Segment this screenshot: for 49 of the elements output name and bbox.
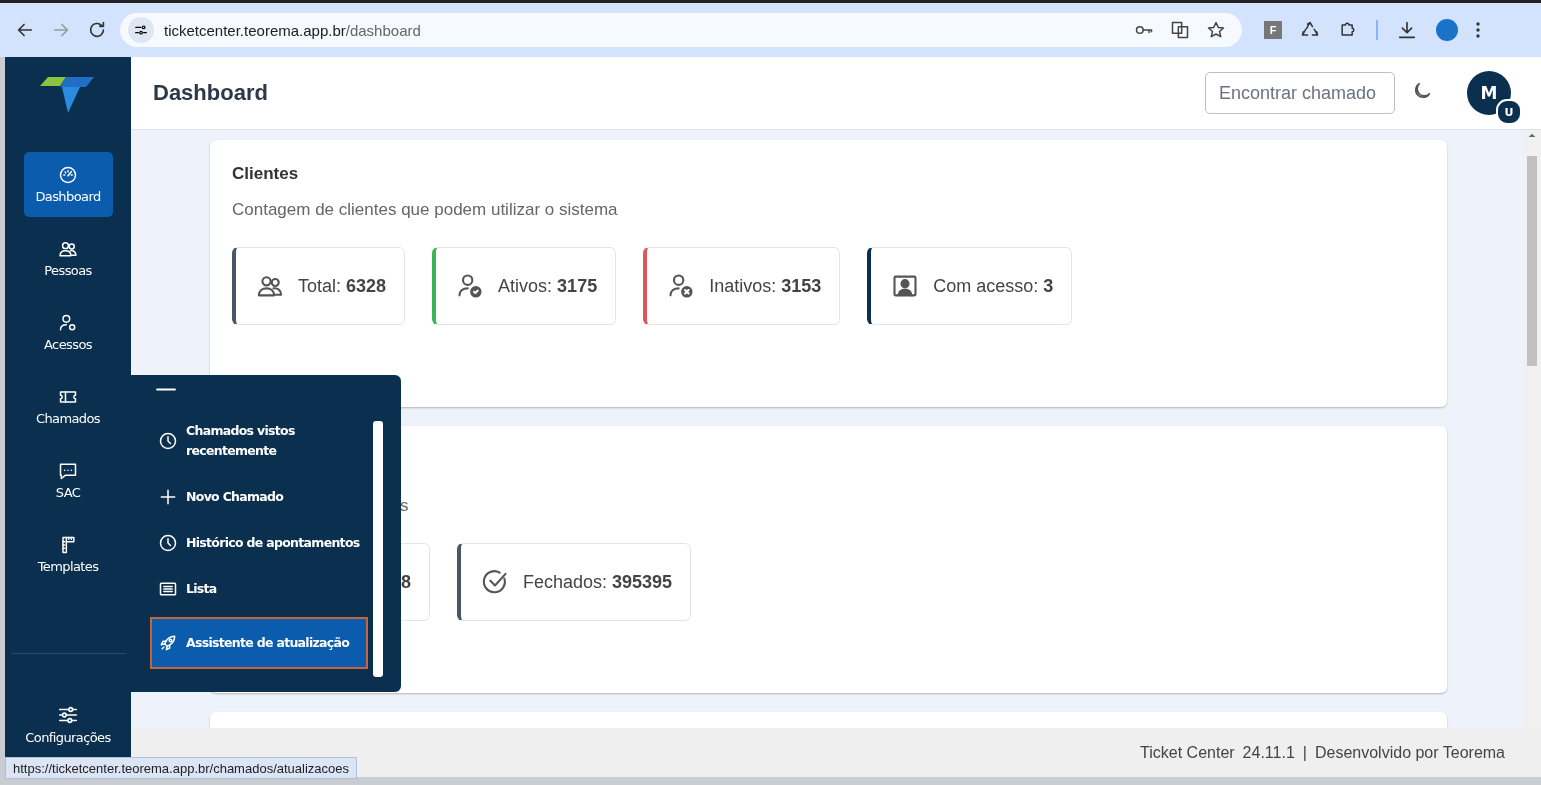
sidebar-item[interactable]: Dashboard [23, 152, 113, 217]
separator: | [1302, 743, 1307, 762]
scrollbar-thumb[interactable] [373, 421, 383, 677]
card-subtitle: s [400, 496, 409, 516]
clock-icon [158, 533, 178, 553]
stat-text: Com acesso: 3 [933, 275, 1054, 297]
clock-icon [158, 431, 178, 451]
logo-icon [40, 74, 96, 113]
stat-text: Fechados: 395395 [523, 571, 673, 593]
gauge-icon [58, 165, 78, 185]
stat-text: Inativos: 3153 [709, 275, 822, 297]
more-icon[interactable] [1476, 22, 1480, 38]
search-field[interactable]: Encontrar chamado [1205, 72, 1395, 114]
profile-icon[interactable] [1436, 19, 1458, 41]
page-title: Dashboard [153, 80, 269, 106]
sidebar-item[interactable]: Templates [23, 522, 113, 587]
rocket-icon [158, 633, 178, 653]
version: 24.11.1 [1242, 743, 1295, 762]
people-icon [58, 239, 78, 259]
submenu-item[interactable]: Histórico de apontamentos [150, 525, 368, 561]
user-badge: U [1496, 99, 1522, 125]
check-circle-icon [481, 568, 509, 596]
sidebar-item[interactable]: Acessos [23, 300, 113, 365]
card-title: Clientes [232, 164, 300, 184]
list-icon [158, 579, 178, 599]
sidebar-item[interactable]: Chamados [23, 374, 113, 439]
chat-icon [58, 461, 78, 481]
star-icon [1206, 20, 1226, 40]
download-icon [1396, 19, 1418, 41]
line-icon [156, 387, 176, 391]
submenu-item[interactable]: Novo Chamado [150, 479, 368, 515]
extension-icon[interactable]: F [1264, 21, 1282, 39]
sidebar-item[interactable]: SAC [23, 448, 113, 513]
user-gear-icon [58, 313, 78, 333]
credit: Desenvolvido por Teorema [1314, 743, 1505, 762]
plus-icon [158, 487, 178, 507]
sliders-icon [57, 704, 79, 726]
submenu-item[interactable]: Assistente de atualização [150, 617, 368, 669]
settings-item[interactable]: Configurações [13, 692, 123, 757]
submenu-item[interactable]: Chamados vistos recentemente [150, 413, 368, 469]
stat-text: 8 [401, 571, 411, 593]
stat-text: Total: 6328 [298, 275, 387, 297]
card-subtitle: Contagem de clientes que podem utilizar o sistema [232, 200, 619, 220]
status-url: https://ticketcenter.teorema.app.br/chamados/atualizacoes [5, 757, 358, 779]
stat-text: Ativos: 3175 [498, 275, 598, 297]
submenu-item[interactable]: Lista [150, 571, 368, 607]
app-name: Ticket Center [1140, 743, 1235, 762]
scrollbar-thumb[interactable] [1527, 156, 1537, 366]
sidebar-item[interactable]: Pessoas [23, 226, 113, 291]
